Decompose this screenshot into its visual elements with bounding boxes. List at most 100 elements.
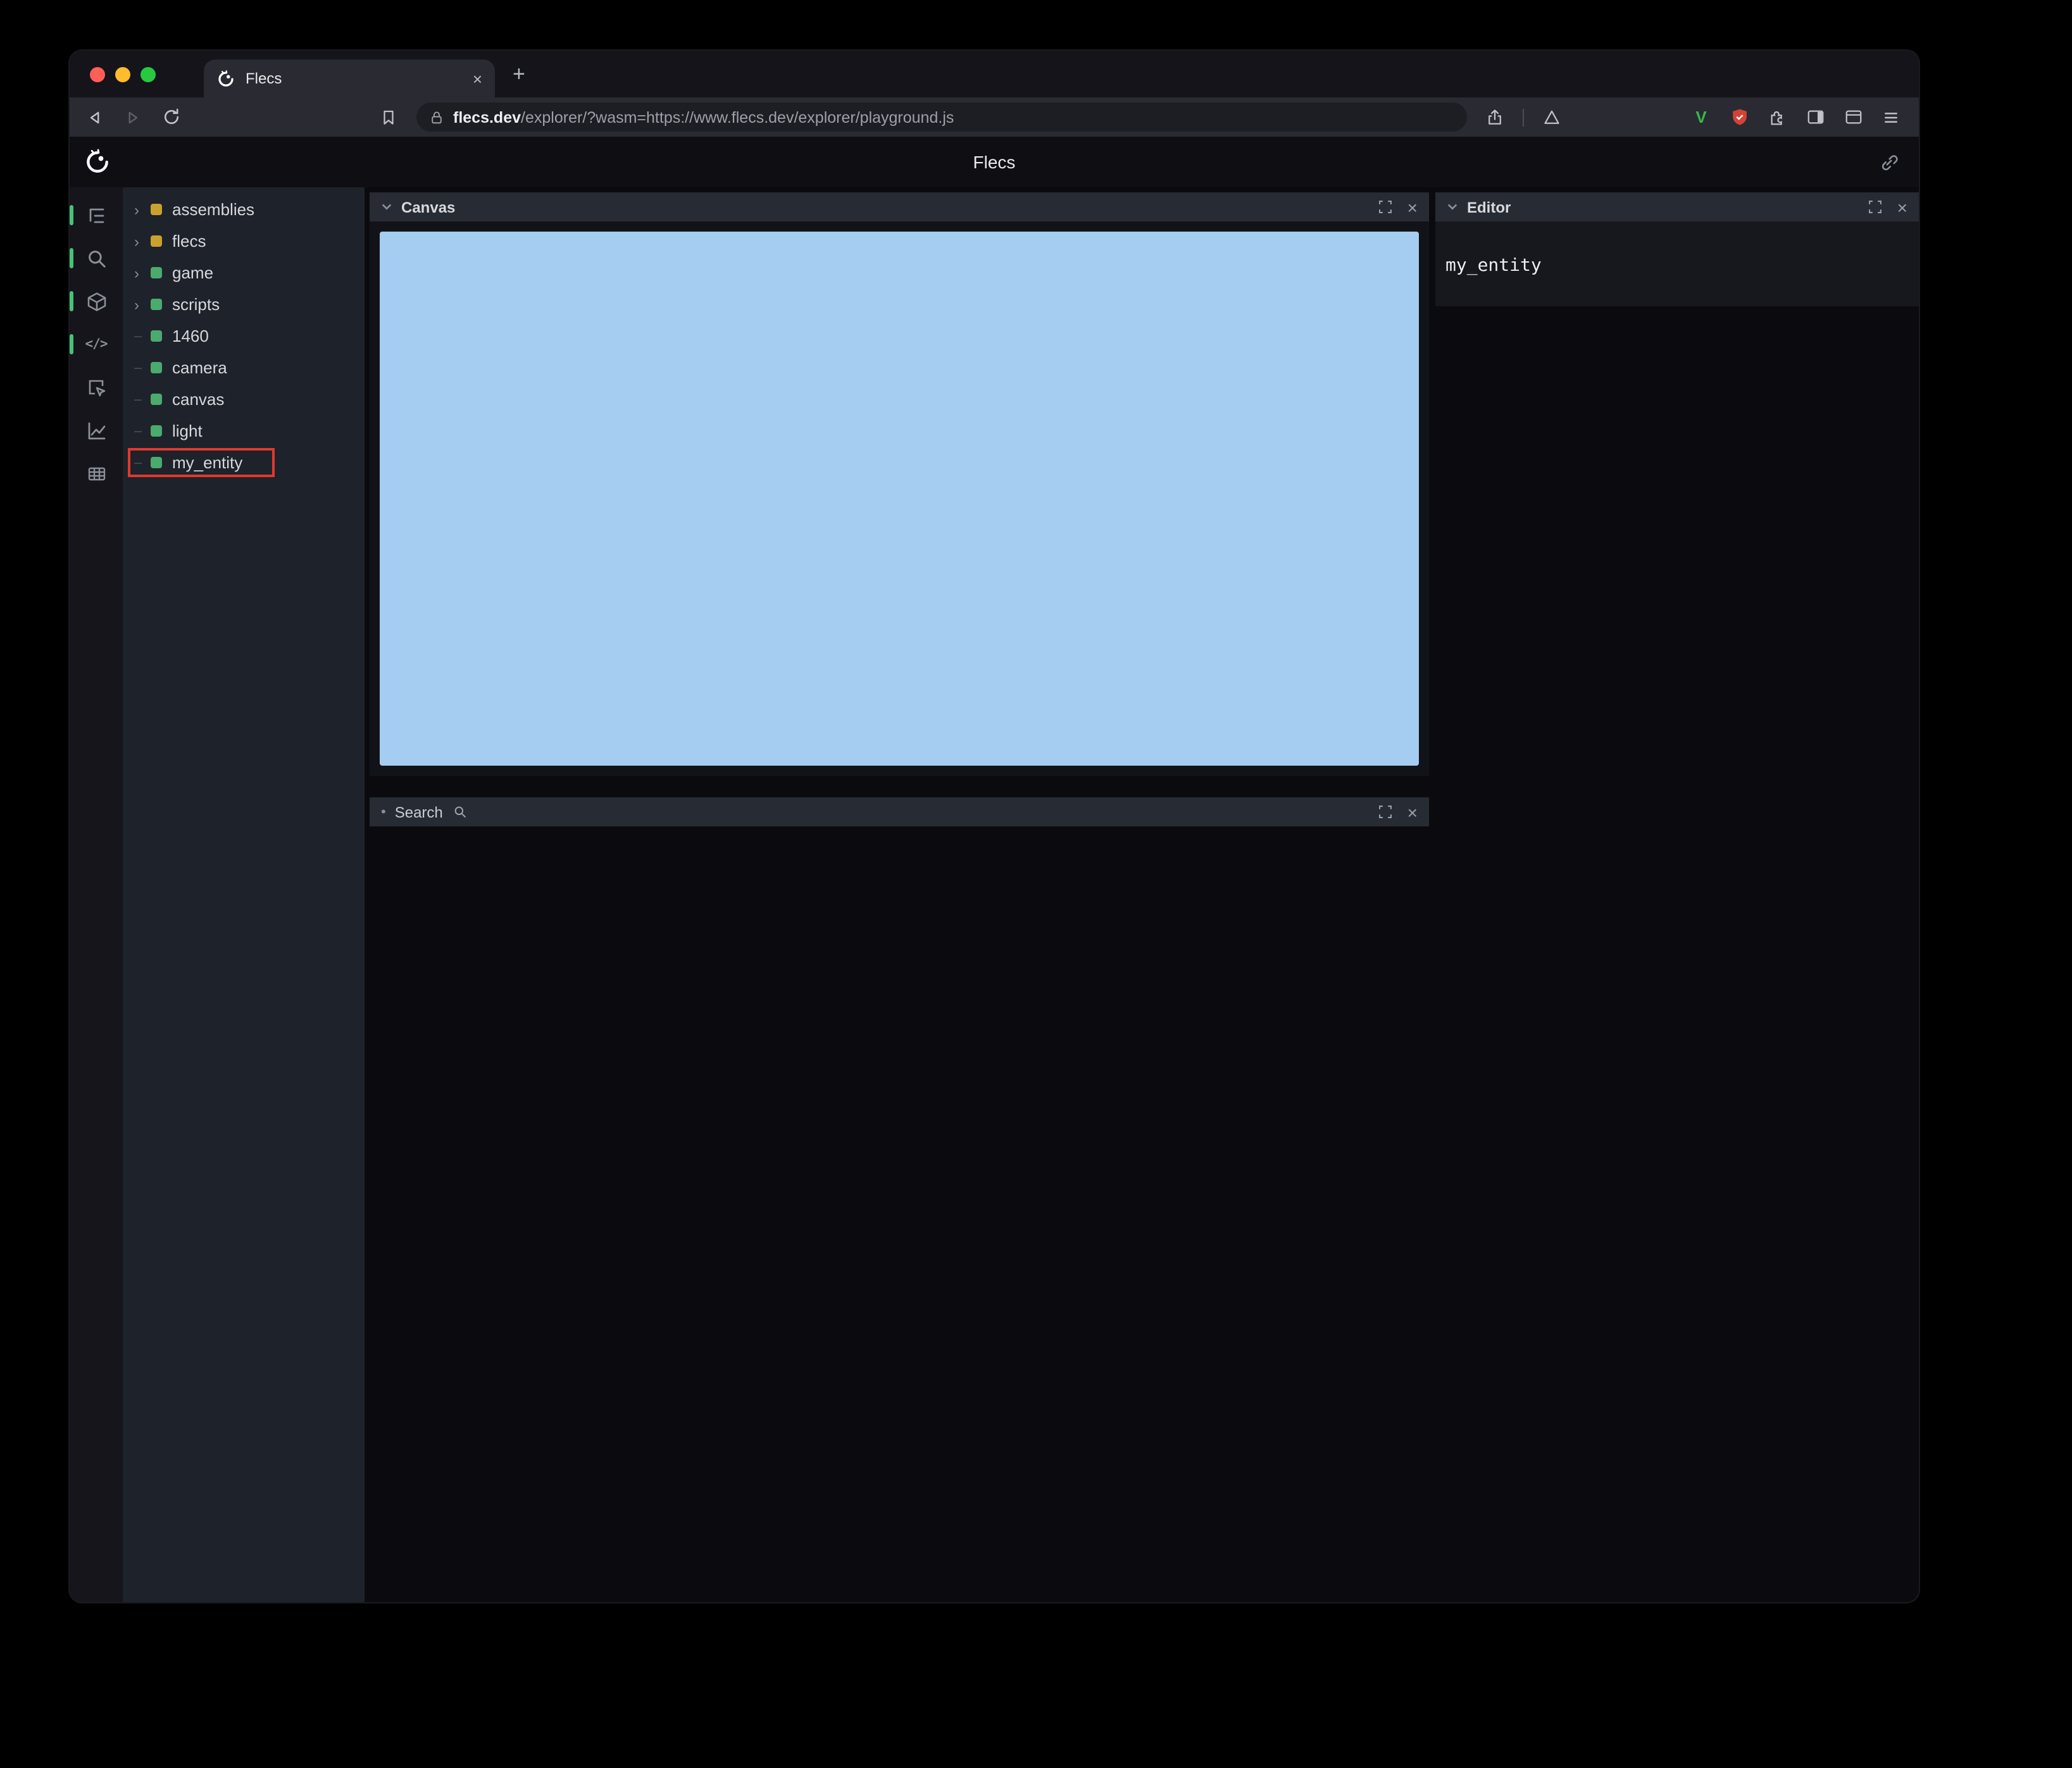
tree-row[interactable]: › flecs — [123, 225, 365, 257]
close-icon[interactable]: × — [1407, 198, 1418, 216]
tree-row-label: camera — [172, 358, 227, 377]
entity-kind-square — [151, 267, 162, 278]
center-column: Canvas × • Search × — [365, 187, 1435, 1602]
tab-strip: Flecs × + — [70, 51, 1919, 97]
canvas-panel-body — [370, 221, 1429, 776]
icon-rail: </> — [70, 187, 123, 1602]
flecs-favicon — [216, 69, 235, 88]
minimize-window-button[interactable] — [115, 66, 130, 82]
search-glyph-icon — [453, 805, 467, 819]
window-panel-button[interactable] — [1843, 107, 1863, 127]
code-icon: </> — [85, 337, 108, 352]
entity-kind-square — [151, 362, 162, 373]
tree-row[interactable]: › scripts — [123, 289, 365, 320]
app-content: </> › assemblies › flecs › game › script… — [70, 187, 1919, 1602]
expander-icon[interactable]: › — [134, 264, 151, 282]
extension-shield-button[interactable] — [1729, 107, 1749, 127]
tab-title: Flecs — [246, 70, 282, 87]
search-panel-header[interactable]: • Search × — [370, 797, 1429, 826]
table-icon — [85, 463, 107, 484]
sidebar-button[interactable] — [1805, 107, 1825, 127]
rail-tree-button[interactable] — [70, 199, 123, 232]
rail-search-button[interactable] — [70, 242, 123, 275]
chevron-down-icon[interactable] — [381, 201, 392, 213]
tree-row[interactable]: › game — [123, 257, 365, 289]
tree-row[interactable]: – camera — [123, 352, 365, 383]
chart-icon — [85, 420, 107, 441]
inspect-icon — [85, 377, 107, 398]
leaf-dash-icon: – — [134, 423, 142, 439]
editor-panel-title: Editor — [1467, 198, 1511, 216]
expand-icon[interactable] — [1378, 805, 1392, 819]
leaf-dash-icon: – — [134, 360, 142, 375]
canvas-panel-header: Canvas × — [370, 192, 1429, 221]
bookmark-button[interactable] — [378, 107, 399, 127]
bullet-icon: • — [381, 804, 386, 819]
entity-kind-square — [151, 299, 162, 310]
chevron-down-icon[interactable] — [1447, 201, 1458, 213]
close-window-button[interactable] — [90, 66, 105, 82]
rail-inspect-button[interactable] — [70, 371, 123, 404]
entity-kind-square — [151, 394, 162, 405]
canvas-surface[interactable] — [380, 232, 1419, 766]
cube-icon — [85, 290, 107, 312]
active-indicator — [70, 334, 73, 354]
tree-row[interactable]: › assemblies — [123, 194, 365, 225]
editor-entity-name: my_entity — [1445, 256, 1542, 276]
browser-toolbar: flecs.dev/explorer/?wasm=https://www.fle… — [70, 97, 1919, 137]
back-button[interactable] — [85, 107, 105, 127]
forward-button[interactable] — [123, 107, 143, 127]
expander-icon[interactable]: › — [134, 232, 151, 250]
extension-v-button[interactable]: V — [1691, 107, 1711, 127]
tab-close-button[interactable]: × — [473, 70, 482, 87]
tree-row[interactable]: – light — [123, 415, 365, 447]
entity-kind-square — [151, 425, 162, 437]
tree-row-label: flecs — [172, 232, 206, 251]
tree-row-my-entity[interactable]: – my_entity — [123, 447, 365, 478]
editor-content[interactable]: my_entity — [1435, 221, 1919, 306]
tree-row-label: scripts — [172, 295, 220, 314]
expander-icon[interactable]: › — [134, 201, 151, 218]
lock-icon — [429, 109, 444, 125]
brave-rewards-button[interactable] — [1542, 107, 1562, 127]
reload-button[interactable] — [161, 107, 181, 127]
tree-row-label: light — [172, 421, 203, 440]
browser-window: Flecs × + flecs.dev/explorer/?wasm=https… — [70, 51, 1919, 1602]
share-button[interactable] — [1485, 107, 1505, 127]
menu-button[interactable] — [1881, 107, 1901, 127]
tree-icon — [85, 204, 107, 226]
entity-kind-square — [151, 457, 162, 468]
expander-icon[interactable]: › — [134, 296, 151, 313]
address-bar[interactable]: flecs.dev/explorer/?wasm=https://www.fle… — [416, 103, 1467, 132]
rail-stats-button[interactable] — [70, 414, 123, 447]
entity-kind-square — [151, 204, 162, 215]
active-indicator — [70, 205, 73, 225]
search-icon — [85, 247, 107, 269]
tree-row-label: my_entity — [172, 453, 243, 472]
rail-code-button[interactable]: </> — [70, 328, 123, 361]
tree-row[interactable]: – canvas — [123, 383, 365, 415]
rail-entities-button[interactable] — [70, 285, 123, 318]
search-panel: • Search × — [370, 797, 1429, 826]
share-link-button[interactable] — [1880, 153, 1899, 171]
entity-tree-panel: › assemblies › flecs › game › scripts – … — [123, 187, 365, 1602]
traffic-lights — [70, 66, 176, 82]
zoom-window-button[interactable] — [140, 66, 156, 82]
close-icon[interactable]: × — [1407, 803, 1418, 821]
new-tab-button[interactable]: + — [513, 63, 525, 85]
editor-panel-header: Editor × — [1435, 192, 1919, 221]
url-text: flecs.dev/explorer/?wasm=https://www.fle… — [453, 108, 954, 126]
tree-row-label: canvas — [172, 390, 225, 409]
active-indicator — [70, 291, 73, 311]
rail-tables-button[interactable] — [70, 457, 123, 490]
expand-icon[interactable] — [1868, 200, 1882, 214]
close-icon[interactable]: × — [1897, 198, 1907, 216]
tree-row[interactable]: – 1460 — [123, 320, 365, 352]
expand-icon[interactable] — [1378, 200, 1392, 214]
canvas-panel: Canvas × — [370, 192, 1429, 776]
extensions-puzzle-button[interactable] — [1767, 107, 1787, 127]
leaf-dash-icon: – — [134, 328, 142, 344]
entity-kind-square — [151, 235, 162, 247]
url-domain: flecs.dev — [453, 108, 521, 126]
browser-tab[interactable]: Flecs × — [204, 59, 495, 97]
